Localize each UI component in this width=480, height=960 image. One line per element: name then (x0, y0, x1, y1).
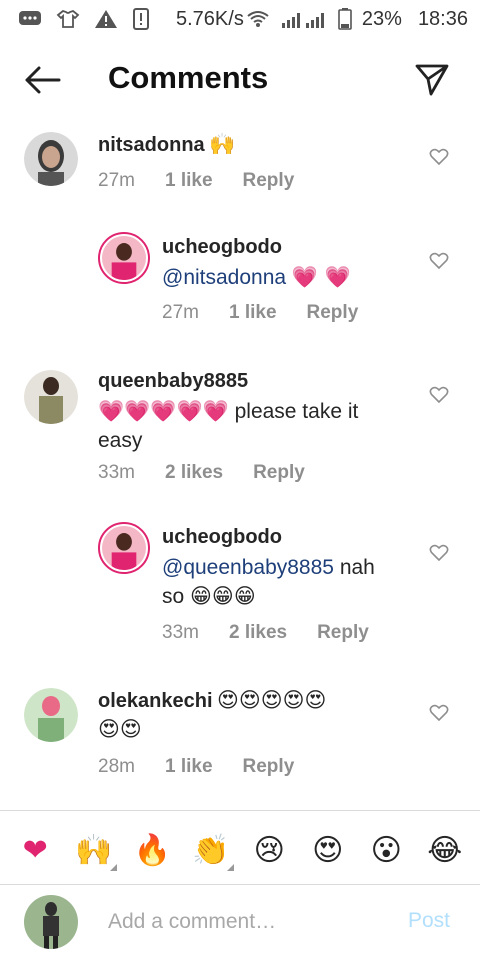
like-button[interactable] (428, 542, 450, 564)
comment-time: 33m (98, 462, 135, 483)
comment: nitsadonna 🙌 27m 1 like Reply (0, 128, 480, 208)
header: Comments (0, 50, 480, 110)
post-button[interactable]: Post (408, 909, 450, 933)
share-button[interactable] (410, 60, 454, 100)
clap-emoji-button[interactable]: 👏 (186, 825, 236, 875)
reply-button[interactable]: Reply (307, 302, 359, 324)
heart-outline-icon (429, 148, 449, 166)
tshirt-icon (56, 9, 80, 29)
likes-count[interactable]: 2 likes (165, 462, 223, 484)
like-button[interactable] (428, 250, 450, 272)
avatar[interactable] (24, 688, 78, 742)
avatar[interactable] (98, 232, 150, 284)
heart-eyes-emoji-button[interactable]: 😍 (303, 825, 353, 875)
mention-link[interactable]: @nitsadonna (162, 266, 286, 289)
reply-button[interactable]: Reply (243, 756, 295, 778)
comment-text: 🙌 (209, 132, 236, 156)
username[interactable]: nitsadonna (98, 134, 205, 156)
likes-count[interactable]: 1 like (165, 170, 213, 192)
comment: queenbaby8885 💗💗💗💗💗 please take it easy … (0, 366, 480, 496)
avatar[interactable] (98, 522, 150, 574)
likes-count[interactable]: 1 like (229, 302, 277, 324)
network-speed: 5.76K/s (176, 7, 244, 30)
current-user-avatar (24, 895, 78, 949)
reply-button[interactable]: Reply (243, 170, 295, 192)
reply-button[interactable]: Reply (253, 462, 305, 484)
alert-box-icon (132, 8, 150, 30)
signal-icon (280, 9, 328, 29)
emoji-quick-bar: ❤ 🙌 🔥 👏 😢 😍 😮 😂 (0, 822, 480, 878)
battery-level: 23% (361, 7, 402, 30)
warning-icon (94, 9, 118, 29)
heart-outline-icon (429, 544, 449, 562)
comment-composer: Post (0, 885, 480, 960)
comment-text: 💗 💗 (291, 265, 351, 289)
heart-outline-icon (429, 252, 449, 270)
comment-time: 27m (162, 302, 199, 323)
mention-link[interactable]: @queenbaby8885 (162, 556, 334, 579)
fire-emoji-button[interactable]: 🔥 (127, 825, 177, 875)
comment-input[interactable] (108, 907, 388, 937)
comment-text-cont: 😍😍 (98, 717, 142, 741)
comment-text: 😍😍😍😍😍 (216, 688, 327, 712)
like-button[interactable] (428, 384, 450, 406)
heart-emoji-button[interactable]: ❤ (10, 825, 60, 875)
raised-hands-emoji-button[interactable]: 🙌 (69, 825, 119, 875)
wifi-icon (246, 9, 270, 29)
comment-emojis: 💗💗💗💗💗 (98, 399, 229, 423)
divider (0, 810, 480, 811)
back-button[interactable] (22, 62, 62, 98)
username[interactable]: ucheogbodo (162, 236, 351, 259)
comment: olekankechi 😍😍😍😍😍 😍😍 28m 1 like Reply (0, 684, 480, 794)
username[interactable]: queenbaby8885 (98, 370, 418, 393)
comment-text: nah (339, 556, 375, 579)
likes-count[interactable]: 1 like (165, 756, 213, 778)
heart-outline-icon (429, 704, 449, 722)
heart-outline-icon (429, 386, 449, 404)
send-icon (415, 64, 449, 96)
avatar[interactable] (24, 132, 78, 186)
clock: 18:36 (417, 7, 468, 30)
crying-emoji-button[interactable]: 😢 (244, 825, 294, 875)
comment-time: 27m (98, 170, 135, 191)
like-button[interactable] (428, 146, 450, 168)
comment-emojis: 😁😁😁 (190, 584, 256, 608)
status-bar: 5.76K/s 23% 18:36 (0, 0, 480, 38)
likes-count[interactable]: 2 likes (229, 622, 287, 644)
battery-icon (338, 8, 352, 30)
comment-reply: ucheogbodo @nitsadonna 💗 💗 27m 1 like Re… (0, 228, 480, 338)
message-icon (18, 9, 42, 29)
comment-time: 28m (98, 756, 135, 777)
laughing-emoji-button[interactable]: 😂 (420, 825, 470, 875)
avatar[interactable] (24, 370, 78, 424)
comment-time: 33m (162, 622, 199, 643)
username[interactable]: ucheogbodo (162, 526, 412, 549)
surprised-emoji-button[interactable]: 😮 (361, 825, 411, 875)
comment-text-cont: easy (98, 429, 143, 452)
comment-text-cont: so (162, 585, 185, 608)
username[interactable]: olekankechi (98, 690, 213, 712)
back-arrow-icon (25, 66, 61, 94)
like-button[interactable] (428, 702, 450, 724)
comment-text: please take it (234, 400, 359, 423)
comment-reply: ucheogbodo @queenbaby8885 nah so 😁😁😁 33m… (0, 518, 480, 658)
reply-button[interactable]: Reply (317, 622, 369, 644)
page-title: Comments (108, 60, 269, 95)
